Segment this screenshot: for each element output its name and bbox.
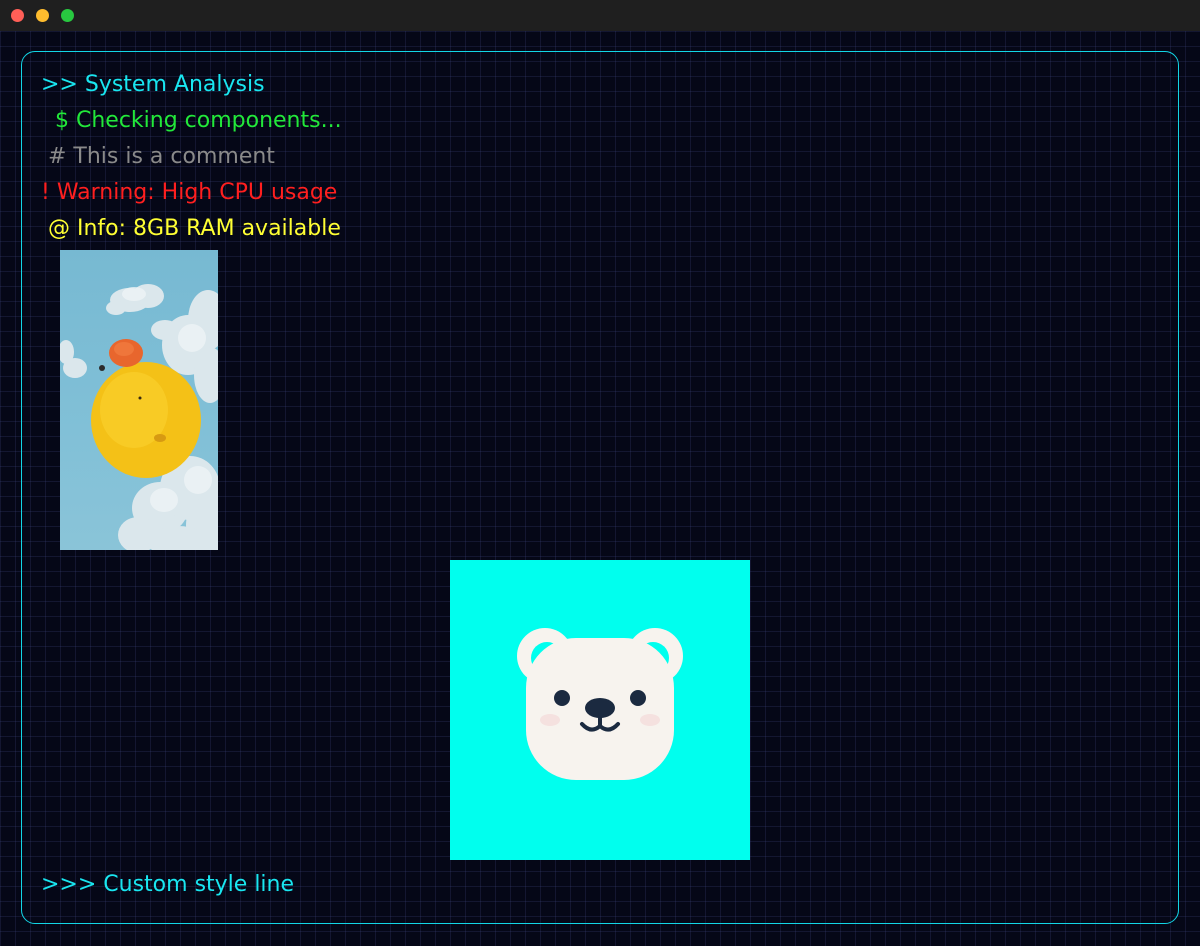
terminal-line-custom: >>> Custom style line	[41, 872, 295, 897]
close-window-button[interactable]	[11, 9, 24, 22]
bear-image	[450, 560, 750, 860]
duck-image	[60, 250, 218, 550]
terminal-line-heading: >> System Analysis	[41, 72, 265, 97]
terminal-line-comment: # This is a comment	[41, 144, 275, 169]
terminal-line-warning: ! Warning: High CPU usage	[41, 180, 338, 205]
terminal-line-command: $ Checking components...	[41, 108, 342, 133]
terminal-line-info: @ Info: 8GB RAM available	[41, 216, 341, 241]
maximize-window-button[interactable]	[61, 9, 74, 22]
minimize-window-button[interactable]	[36, 9, 49, 22]
window-titlebar	[0, 0, 1200, 31]
